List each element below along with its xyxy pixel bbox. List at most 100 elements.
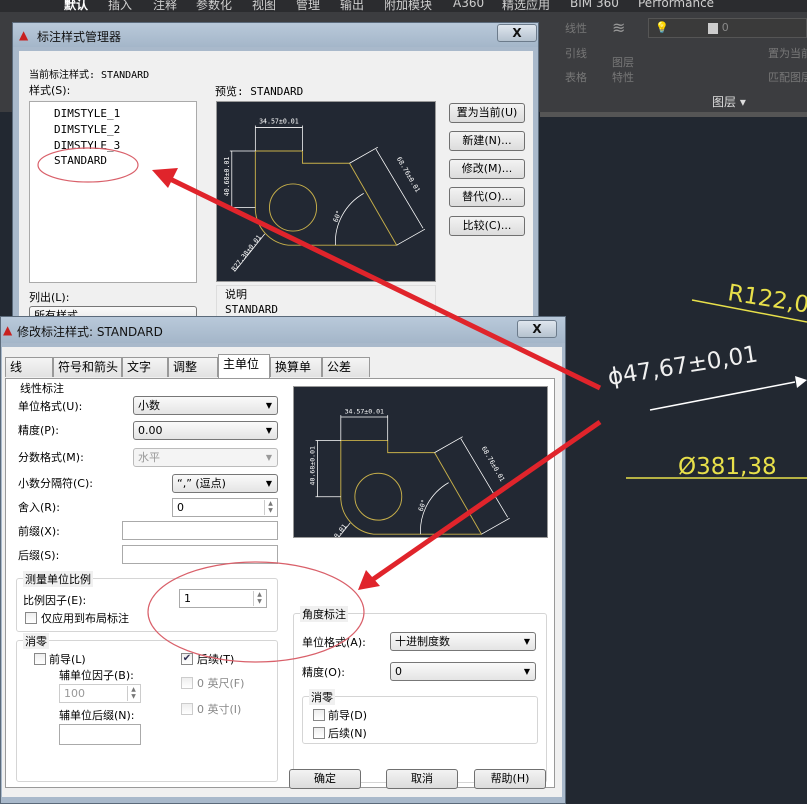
- spinner-icon[interactable]: ▲ ▼: [264, 500, 276, 515]
- sub-unit-suffix-input[interactable]: [59, 724, 141, 745]
- feet-label: 0 英尺(F): [197, 677, 245, 690]
- round-off-input[interactable]: 0 ▲ ▼: [172, 498, 278, 517]
- part-hole: [354, 472, 403, 521]
- svg-text:R27.38±0.01: R27.38±0.01: [230, 234, 263, 273]
- prefix-input[interactable]: [122, 521, 278, 540]
- tab-symbols-arrows[interactable]: 符号和箭头: [53, 357, 122, 377]
- trailing-zero-checkbox[interactable]: ✔: [181, 653, 193, 665]
- set-current-layer-button[interactable]: 置为当前: [768, 45, 807, 61]
- inches-checkbox[interactable]: [181, 703, 193, 715]
- ribbon-tab-addins[interactable]: 附加模块: [384, 0, 432, 13]
- layer-dropdown[interactable]: 💡 0: [648, 18, 807, 38]
- chevron-down-icon: ▼: [265, 479, 272, 488]
- leading-zero-checkbox[interactable]: [34, 653, 46, 665]
- trailing-zero-label: 后续(T): [197, 653, 235, 666]
- styles-label: 样式(S):: [29, 84, 71, 97]
- ribbon-tab-bim360[interactable]: BIM 360: [570, 0, 619, 10]
- layout-only-checkbox[interactable]: [25, 612, 37, 624]
- override-style-button[interactable]: 替代(O)...: [449, 187, 525, 207]
- modify-body: 线 符号和箭头 文字 调整 主单位 换算单位 公差 线性标注 单位格式(U): …: [2, 347, 562, 797]
- cad-dim-d381[interactable]: Ø381,38: [678, 454, 777, 480]
- autocad-logo-icon: ▲: [3, 323, 13, 337]
- style-item-dimstyle2[interactable]: DIMSTYLE_2: [54, 123, 120, 136]
- arrow-head: [795, 376, 807, 388]
- precision-label: 精度(P):: [18, 424, 59, 437]
- modify-close-button[interactable]: X: [517, 320, 557, 338]
- autocad-logo-icon: ▲: [19, 28, 29, 42]
- current-style-label: 当前标注样式: STANDARD: [29, 70, 150, 81]
- match-layer-button[interactable]: 匹配图层: [768, 69, 807, 85]
- modify-style-button[interactable]: 修改(M)...: [449, 159, 525, 179]
- tab-fit[interactable]: 调整: [168, 357, 218, 377]
- styles-list[interactable]: DIMSTYLE_1 DIMSTYLE_2 DIMSTYLE_3 STANDAR…: [29, 101, 197, 283]
- spinner-icon[interactable]: ▲ ▼: [127, 686, 139, 701]
- angular-precision-select[interactable]: 0 ▼: [390, 662, 536, 681]
- color-swatch: [708, 22, 719, 34]
- angular-trailing-checkbox[interactable]: [313, 727, 325, 739]
- ribbon-tab-manage[interactable]: 管理: [296, 0, 320, 13]
- manager-close-button[interactable]: X: [497, 24, 537, 42]
- style-item-dimstyle3[interactable]: DIMSTYLE_3: [54, 139, 120, 152]
- modify-dim-style-dialog: ▲ 修改标注样式: STANDARD X 线 符号和箭头 文字 调整 主单位 换…: [0, 316, 566, 804]
- leader-button[interactable]: 引线: [565, 45, 587, 61]
- spinner-icon[interactable]: ▲ ▼: [253, 591, 265, 606]
- angular-zero-label: 消零: [309, 689, 335, 705]
- tab-lines[interactable]: 线: [5, 357, 53, 377]
- fraction-format-label: 分数格式(M):: [18, 451, 84, 464]
- ribbon-tab-insert[interactable]: 插入: [108, 0, 132, 13]
- angular-trailing-label: 后续(N): [328, 727, 367, 740]
- linear-dim-button[interactable]: 线性: [565, 20, 587, 36]
- manager-title: 标注样式管理器: [37, 30, 122, 44]
- feet-checkbox[interactable]: [181, 677, 193, 689]
- scale-factor-input[interactable]: 1 ▲ ▼: [179, 589, 267, 608]
- help-button[interactable]: 帮助(H): [474, 769, 546, 789]
- ribbon-tab-a360[interactable]: A360: [453, 0, 484, 10]
- table-button[interactable]: 表格: [565, 69, 587, 85]
- primary-units-panel: 线性标注 单位格式(U): 小数 ▼ 精度(P): 0.00 ▼ 分数格式(M): …: [5, 378, 555, 788]
- set-current-button[interactable]: 置为当前(U): [449, 103, 525, 123]
- suffix-input[interactable]: [122, 545, 278, 564]
- chevron-down-icon: ▼: [265, 426, 272, 435]
- tab-primary-units[interactable]: 主单位: [218, 354, 270, 378]
- new-style-button[interactable]: 新建(N)...: [449, 131, 525, 151]
- style-item-dimstyle1[interactable]: DIMSTYLE_1: [54, 107, 120, 120]
- angular-unit-format-select[interactable]: 十进制度数 ▼: [390, 632, 536, 651]
- layer-properties-button[interactable]: 图层特性: [612, 55, 638, 85]
- tab-tolerances[interactable]: 公差: [322, 357, 370, 377]
- sub-unit-factor-label: 辅单位因子(B):: [59, 669, 134, 682]
- precision-select[interactable]: 0.00 ▼: [133, 421, 278, 440]
- layer-name: 0: [721, 21, 729, 34]
- tab-alternate-units[interactable]: 换算单位: [270, 357, 322, 393]
- modify-titlebar[interactable]: ▲ 修改标注样式: STANDARD X: [1, 317, 565, 343]
- zero-group-label: 消零: [23, 633, 49, 649]
- chevron-down-icon: ▼: [265, 401, 272, 410]
- angular-leading-checkbox[interactable]: [313, 709, 325, 721]
- sub-unit-factor-input[interactable]: 100 ▲ ▼: [59, 684, 141, 703]
- fraction-format-select[interactable]: 水平 ▼: [133, 448, 278, 467]
- sub-unit-suffix-label: 辅单位后缀(N):: [59, 709, 135, 722]
- ribbon-tab-featured[interactable]: 精选应用: [502, 0, 550, 13]
- ribbon-tabbar: 默认 插入 注释 参数化 视图 管理 输出 附加模块 A360 精选应用 BIM…: [0, 0, 807, 12]
- tab-text[interactable]: 文字: [122, 357, 168, 377]
- description-label: 说明: [225, 288, 247, 301]
- decimal-separator-select[interactable]: “,” (逗点) ▼: [172, 474, 278, 493]
- scale-group-label: 测量单位比例: [23, 571, 93, 587]
- chevron-down-icon: ▼: [523, 667, 530, 676]
- suffix-label: 后缀(S):: [18, 549, 60, 562]
- ok-button[interactable]: 确定: [289, 769, 361, 789]
- ribbon-tab-parametric[interactable]: 参数化: [196, 0, 232, 13]
- ribbon-tab-default[interactable]: 默认: [64, 0, 88, 13]
- layer-panel-label[interactable]: 图层 ▾: [712, 93, 746, 110]
- unit-format-select[interactable]: 小数 ▼: [133, 396, 278, 415]
- compare-style-button[interactable]: 比较(C)...: [449, 216, 525, 236]
- style-item-standard[interactable]: STANDARD: [54, 154, 107, 167]
- ribbon-tab-view[interactable]: 视图: [252, 0, 276, 13]
- round-off-label: 舍入(R):: [18, 501, 60, 514]
- ribbon-tab-annotate[interactable]: 注释: [153, 0, 177, 13]
- part-outline: [254, 150, 398, 246]
- ribbon-tab-output[interactable]: 输出: [340, 0, 364, 13]
- angular-unit-format-label: 单位格式(A):: [302, 636, 366, 649]
- ribbon-tab-performance[interactable]: Performance: [638, 0, 714, 10]
- manager-titlebar[interactable]: ▲ 标注样式管理器 X: [13, 23, 538, 47]
- cancel-button[interactable]: 取消: [386, 769, 458, 789]
